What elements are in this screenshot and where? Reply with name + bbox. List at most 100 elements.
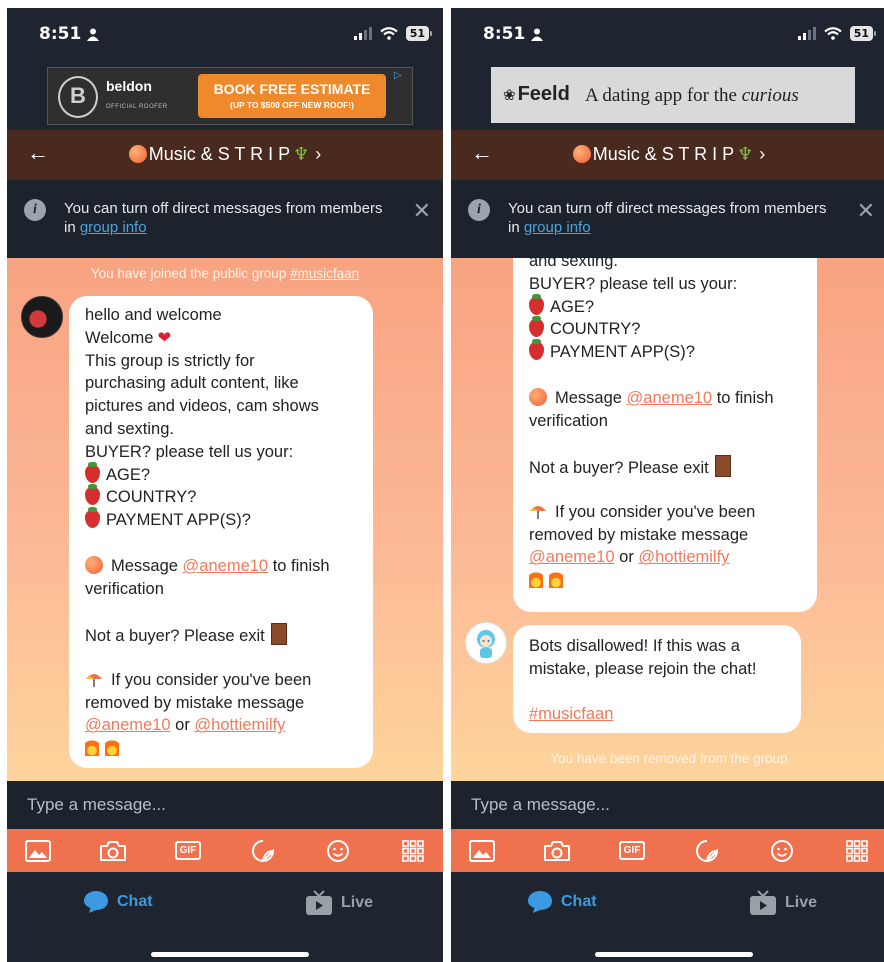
message-line: BUYER? please tell us your: [529, 274, 738, 293]
home-indicator[interactable] [151, 952, 309, 957]
ad-banner[interactable]: ❀ Feeld A dating app for the curious [491, 67, 855, 123]
battery-icon: 51 [405, 26, 433, 41]
strawberry-emoji-icon [529, 293, 544, 315]
strawberry-emoji-icon [85, 507, 100, 529]
message-line: removed by mistake message [85, 693, 305, 712]
gif-icon[interactable]: GIF [173, 836, 203, 866]
group-info-link[interactable]: group info [524, 219, 591, 236]
message-line: verification [85, 579, 164, 598]
notice-text: You can turn off direct messages from me… [508, 200, 827, 236]
strawberry-emoji-icon [85, 484, 100, 506]
peach-emoji-icon [572, 145, 591, 163]
ad-tagline: A dating app for the curious [585, 85, 799, 106]
message-line: hello and welcome [85, 306, 222, 324]
composer-toolbar: GIF [451, 829, 884, 872]
fire-emoji-icon [105, 738, 119, 757]
mention-link[interactable]: @hottiemilfy [638, 548, 729, 566]
nav-tab-live[interactable]: Live [305, 890, 373, 916]
adchoices-icon[interactable]: ▷ [394, 70, 408, 82]
ad-banner[interactable]: B beldon OFFICIAL ROOFER BOOK FREE ESTIM… [47, 67, 413, 125]
chat-bubble-icon [84, 891, 108, 913]
group-title[interactable]: Music & S T R I P ♆ › [7, 144, 443, 165]
message-input[interactable]: Type a message... [27, 795, 166, 815]
mention-link[interactable]: @aneme10 [529, 548, 615, 566]
mention-link[interactable]: @hottiemilfy [194, 716, 285, 734]
ad-brand: beldon [106, 78, 152, 94]
message-line: @aneme10 or @hottiemilfy [85, 716, 286, 735]
sticker-icon[interactable] [692, 836, 722, 866]
strawberry-emoji-icon [529, 316, 544, 338]
bottom-nav: Chat Live [7, 872, 443, 962]
group-tag-link[interactable]: #musicfaan [290, 266, 359, 281]
message-line: This group is strictly for [85, 351, 255, 370]
phone-screen-left: 8:51 51 B beldon OFFICIAL ROOFER BOOK FR… [7, 8, 443, 962]
group-info-link[interactable]: group info [80, 219, 147, 236]
bot-message-bubble[interactable]: Bots disallowed! If this was a mistake, … [513, 625, 801, 733]
ad-cta-button[interactable]: BOOK FREE ESTIMATE (UP TO $500 OFF NEW R… [198, 74, 386, 118]
ad-subtitle: OFFICIAL ROOFER [106, 104, 168, 110]
battery-icon: 51 [849, 26, 877, 41]
sticker-icon[interactable] [248, 836, 278, 866]
chat-area[interactable]: and sexting. BUYER? please tell us your:… [451, 258, 884, 781]
message-line: mistake, please rejoin the chat! [529, 659, 757, 678]
message-line: PAYMENT APP(S)? [529, 339, 801, 364]
mention-link[interactable]: @aneme10 [183, 557, 269, 575]
avatar[interactable] [21, 296, 63, 338]
emoji-icon[interactable] [323, 836, 353, 866]
mention-link[interactable]: @aneme10 [85, 716, 171, 734]
composer-toolbar: GIF [7, 829, 443, 872]
message-line: and sexting. [529, 258, 618, 270]
message-input-row[interactable]: Type a message... [7, 781, 443, 829]
lizard-emoji-icon: ♆ [737, 144, 754, 165]
grid-icon[interactable] [398, 836, 428, 866]
message-line: removed by mistake message [529, 525, 749, 544]
close-icon[interactable]: ✕ [413, 198, 431, 224]
message-line: Message @aneme10 to finish [85, 555, 357, 578]
gif-icon[interactable]: GIF [617, 836, 647, 866]
status-icons: 51 [797, 26, 877, 41]
camera-icon[interactable] [542, 836, 572, 866]
wifi-icon [379, 27, 398, 40]
dm-notice-banner: i You can turn off direct messages from … [451, 180, 884, 258]
chat-header: ← Music & S T R I P ♆ › [451, 130, 884, 180]
info-icon: i [468, 199, 490, 221]
nav-tab-chat[interactable]: Chat [527, 890, 597, 914]
status-time: 8:51 [39, 24, 82, 44]
welcome-message-bubble[interactable]: hello and welcome Welcome ❤ This group is… [69, 296, 373, 768]
nav-live-label: Live [341, 894, 374, 911]
image-icon[interactable] [467, 836, 497, 866]
message-line: AGE? [85, 461, 357, 487]
lizard-emoji-icon: ♆ [293, 144, 310, 165]
image-icon[interactable] [23, 836, 53, 866]
group-title[interactable]: Music & S T R I P ♆ › [451, 144, 884, 165]
umbrella-emoji-icon [530, 505, 546, 519]
tv-icon [306, 890, 332, 915]
system-message-joined: You have joined the public group #musicf… [90, 266, 360, 281]
home-indicator[interactable] [595, 952, 753, 957]
nav-tab-live[interactable]: Live [749, 890, 817, 916]
message-input-row[interactable]: Type a message... [451, 781, 884, 829]
welcome-message-bubble[interactable]: and sexting. BUYER? please tell us your:… [513, 258, 817, 612]
ad-cta-sublabel: (UP TO $500 OFF NEW ROOF!) [230, 100, 354, 110]
umbrella-emoji-icon [86, 673, 102, 687]
chat-bubble-icon [528, 891, 552, 913]
close-icon[interactable]: ✕ [857, 198, 875, 224]
avatar[interactable] [465, 622, 507, 664]
message-line: Not a buyer? Please exit [529, 455, 801, 478]
peach-emoji-icon [85, 555, 103, 574]
chat-header: ← Music & S T R I P ♆ › [7, 130, 443, 180]
mention-link[interactable]: @aneme10 [627, 389, 713, 407]
tv-icon [750, 890, 776, 915]
bottom-nav: Chat Live [451, 872, 884, 962]
message-line: BUYER? please tell us your: [85, 442, 294, 461]
hashtag-link[interactable]: #musicfaan [529, 705, 613, 723]
message-line: If you consider you've been [529, 501, 801, 524]
chat-area[interactable]: You have joined the public group #musicf… [7, 258, 443, 781]
message-line [85, 737, 357, 760]
message-input[interactable]: Type a message... [471, 795, 610, 815]
grid-icon[interactable] [842, 836, 872, 866]
emoji-icon[interactable] [767, 836, 797, 866]
nav-tab-chat[interactable]: Chat [83, 890, 153, 914]
camera-icon[interactable] [98, 836, 128, 866]
nav-chat-label: Chat [117, 893, 153, 910]
